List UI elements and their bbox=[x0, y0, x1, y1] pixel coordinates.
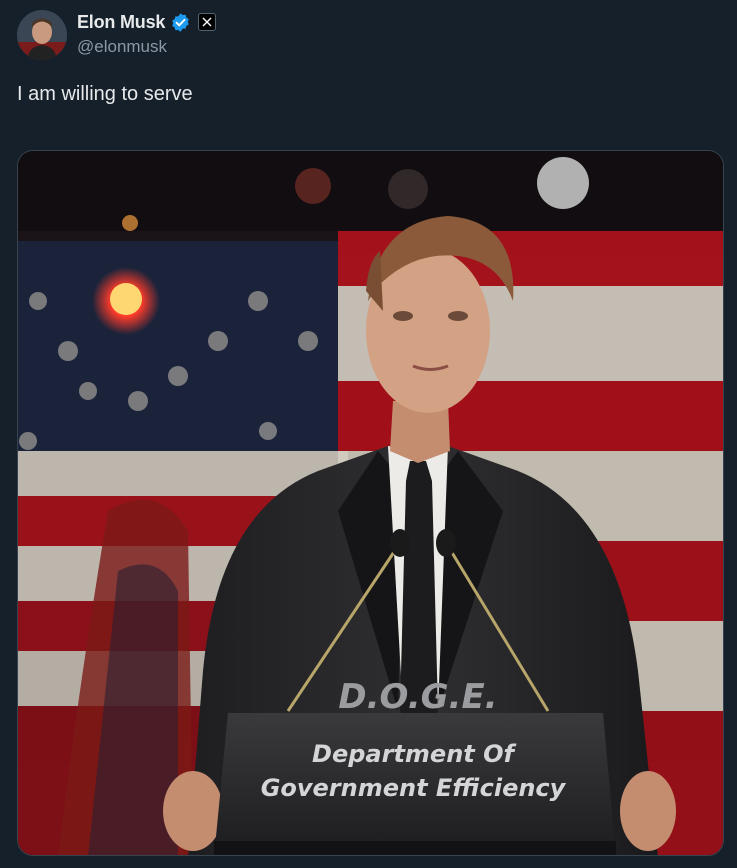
podium-line-2: Government Efficiency bbox=[261, 774, 567, 802]
tweet: Elon Musk @elonmusk I am willing to serv… bbox=[0, 0, 737, 868]
avatar[interactable] bbox=[17, 10, 67, 60]
x-logo-icon[interactable] bbox=[198, 13, 217, 31]
author-display-name[interactable]: Elon Musk bbox=[77, 12, 165, 33]
verified-badge-icon[interactable] bbox=[170, 12, 191, 33]
doge-podium-image: D.O.G.E. Department Of Government Effici… bbox=[18, 151, 723, 855]
tweet-media-image[interactable]: D.O.G.E. Department Of Government Effici… bbox=[17, 150, 724, 856]
tweet-text: I am willing to serve bbox=[17, 83, 193, 105]
podium-title: D.O.G.E. bbox=[338, 677, 497, 717]
podium-line-1: Department Of bbox=[312, 740, 516, 768]
avatar-image bbox=[17, 10, 67, 60]
author-handle[interactable]: @elonmusk bbox=[77, 37, 167, 57]
author-name-row: Elon Musk bbox=[77, 11, 217, 33]
